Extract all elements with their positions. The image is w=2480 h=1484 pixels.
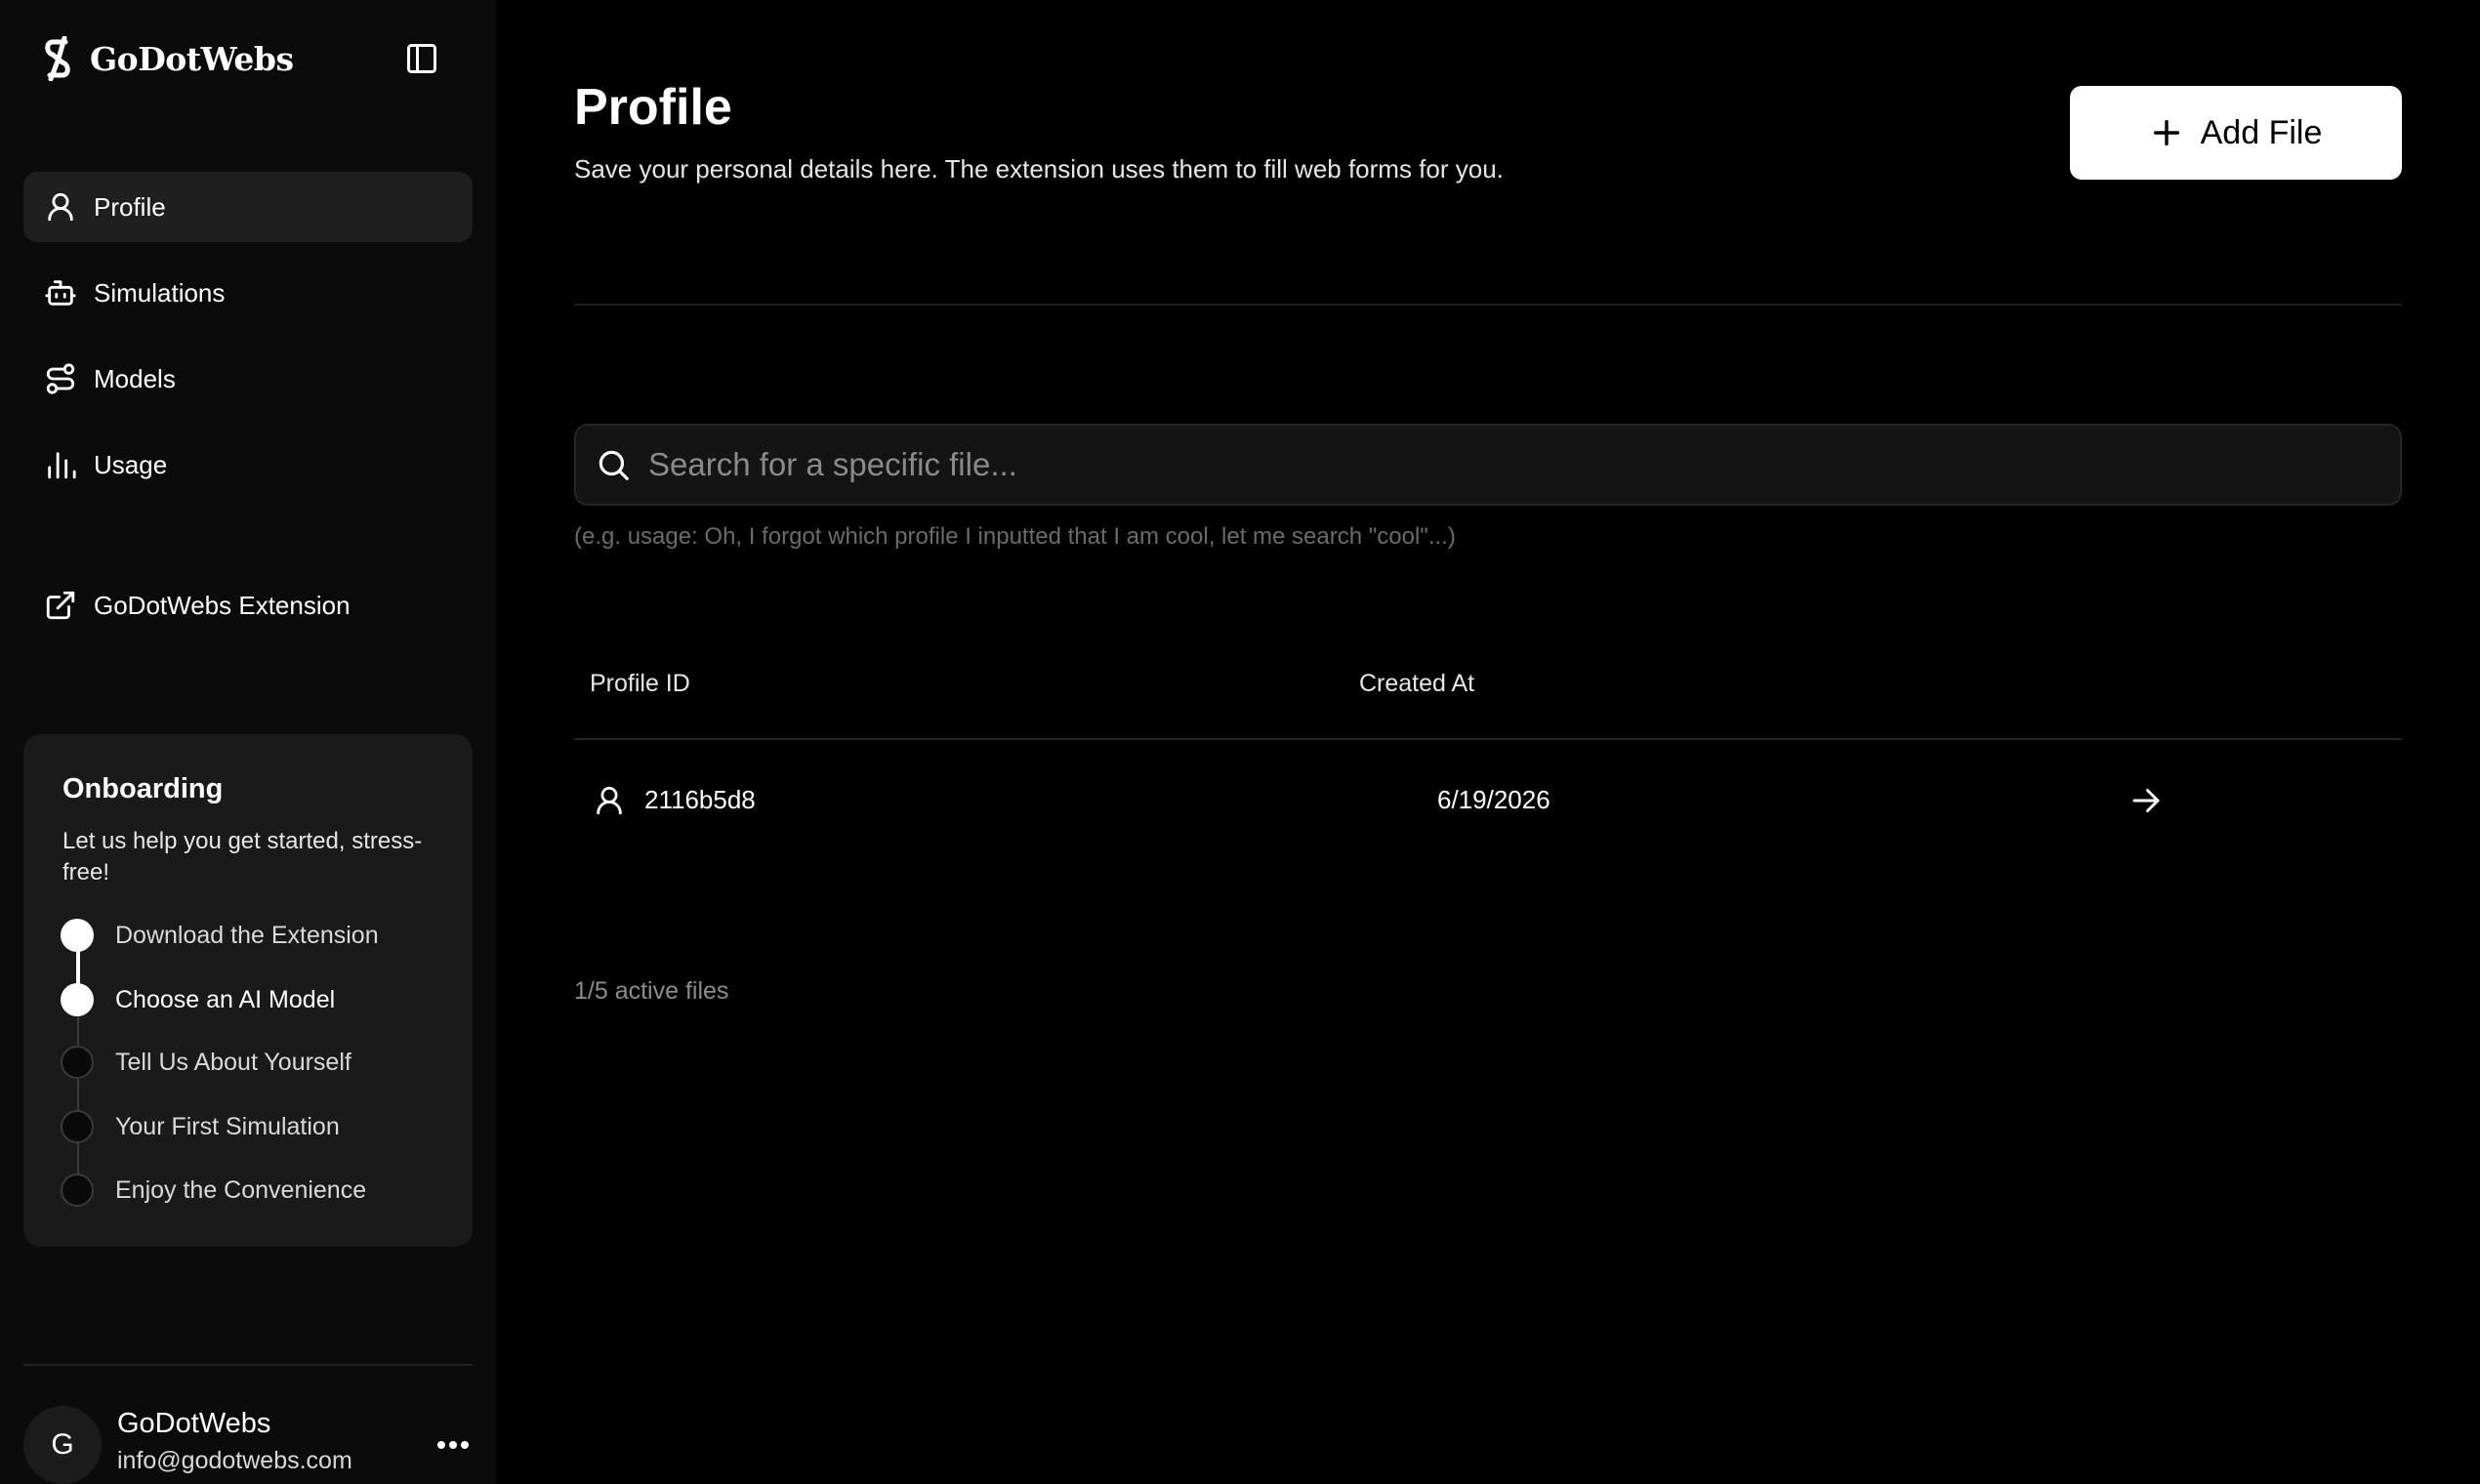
nav-item-usage[interactable]: Usage: [23, 430, 473, 500]
arrow-right-icon[interactable]: [2125, 779, 2168, 822]
onboarding-step-choose-model[interactable]: Choose an AI Model: [61, 983, 335, 1016]
nav-item-simulations[interactable]: Simulations: [23, 258, 473, 328]
user-menu-button[interactable]: [434, 1425, 473, 1464]
search-bar[interactable]: [574, 424, 2402, 506]
user-email: info@godotwebs.com: [117, 1447, 352, 1474]
main-content: Profile Save your personal details here.…: [496, 0, 2480, 1484]
step-complete-icon: [61, 983, 94, 1016]
step-pending-icon: [61, 1110, 94, 1143]
extension-link[interactable]: GoDotWebs Extension: [23, 570, 473, 640]
active-files-count: 1/5 active files: [574, 977, 729, 1005]
more-horizontal-icon: [437, 1441, 469, 1449]
column-header-created-at[interactable]: Created At: [1359, 670, 1474, 698]
onboarding-title: Onboarding: [62, 773, 224, 804]
brand[interactable]: GoDotWebs: [39, 35, 294, 82]
nav-item-label: Simulations: [94, 277, 226, 308]
onboarding-step-download-extension[interactable]: Download the Extension: [61, 919, 379, 952]
onboarding-description: Let us help you get started, stress-free…: [62, 828, 423, 886]
created-at-cell: 6/19/2026: [1437, 785, 1550, 814]
user-profile: G GoDotWebs info@godotwebs.com: [23, 1406, 473, 1484]
avatar[interactable]: G: [23, 1406, 102, 1484]
step-complete-icon: [61, 919, 94, 952]
nav-item-label: Models: [94, 363, 176, 393]
extension-link-label: GoDotWebs Extension: [94, 590, 351, 620]
step-label: Enjoy the Convenience: [115, 1175, 367, 1204]
user-icon: [41, 187, 80, 227]
step-label: Choose an AI Model: [115, 985, 336, 1013]
table-header: Profile ID Created At: [574, 664, 2402, 740]
robot-icon: [41, 273, 80, 312]
route-icon: [41, 359, 80, 398]
user-icon: [590, 781, 629, 820]
onboarding-card: Onboarding Let us help you get started, …: [23, 734, 473, 1247]
sidebar-toggle-button[interactable]: [398, 37, 445, 80]
bar-chart-icon: [41, 445, 80, 484]
step-label: Tell Us About Yourself: [115, 1048, 351, 1076]
plus-icon: [2153, 119, 2179, 146]
profile-id-cell: 2116b5d8: [644, 785, 756, 814]
nav-item-profile[interactable]: Profile: [23, 172, 473, 242]
page-subtitle: Save your personal details here. The ext…: [574, 154, 1504, 184]
sidebar-divider: [23, 1364, 473, 1366]
page-title: Profile: [574, 79, 732, 136]
add-file-button[interactable]: Add File: [2070, 86, 2402, 180]
step-pending-icon: [61, 1046, 94, 1079]
external-link-icon: [41, 586, 80, 625]
user-name: GoDotWebs: [117, 1408, 271, 1439]
add-file-label: Add File: [2200, 113, 2323, 151]
sidebar-panel-icon: [407, 44, 436, 73]
header-divider: [574, 304, 2402, 306]
step-label: Download the Extension: [115, 921, 379, 949]
step-label: Your First Simulation: [115, 1112, 340, 1140]
onboarding-step-enjoy[interactable]: Enjoy the Convenience: [61, 1174, 366, 1207]
onboarding-step-about-yourself[interactable]: Tell Us About Yourself: [61, 1046, 351, 1079]
table-row[interactable]: 2116b5d8 6/19/2026: [574, 742, 2402, 857]
column-header-profile-id[interactable]: Profile ID: [590, 670, 690, 698]
sidebar: GoDotWebs Profile Simulations Models Usa…: [0, 0, 496, 1484]
nav-item-models[interactable]: Models: [23, 344, 473, 414]
nav-item-label: Usage: [94, 449, 168, 479]
step-pending-icon: [61, 1174, 94, 1207]
nav-item-label: Profile: [94, 191, 166, 222]
brand-name: GoDotWebs: [90, 39, 294, 78]
progress-line-remaining: [77, 1000, 79, 1191]
search-input[interactable]: [648, 426, 2400, 504]
godotwebs-logo-icon: [45, 36, 70, 81]
search-hint: (e.g. usage: Oh, I forgot which profile …: [574, 523, 1456, 550]
onboarding-step-first-simulation[interactable]: Your First Simulation: [61, 1110, 340, 1143]
search-icon: [592, 443, 635, 486]
